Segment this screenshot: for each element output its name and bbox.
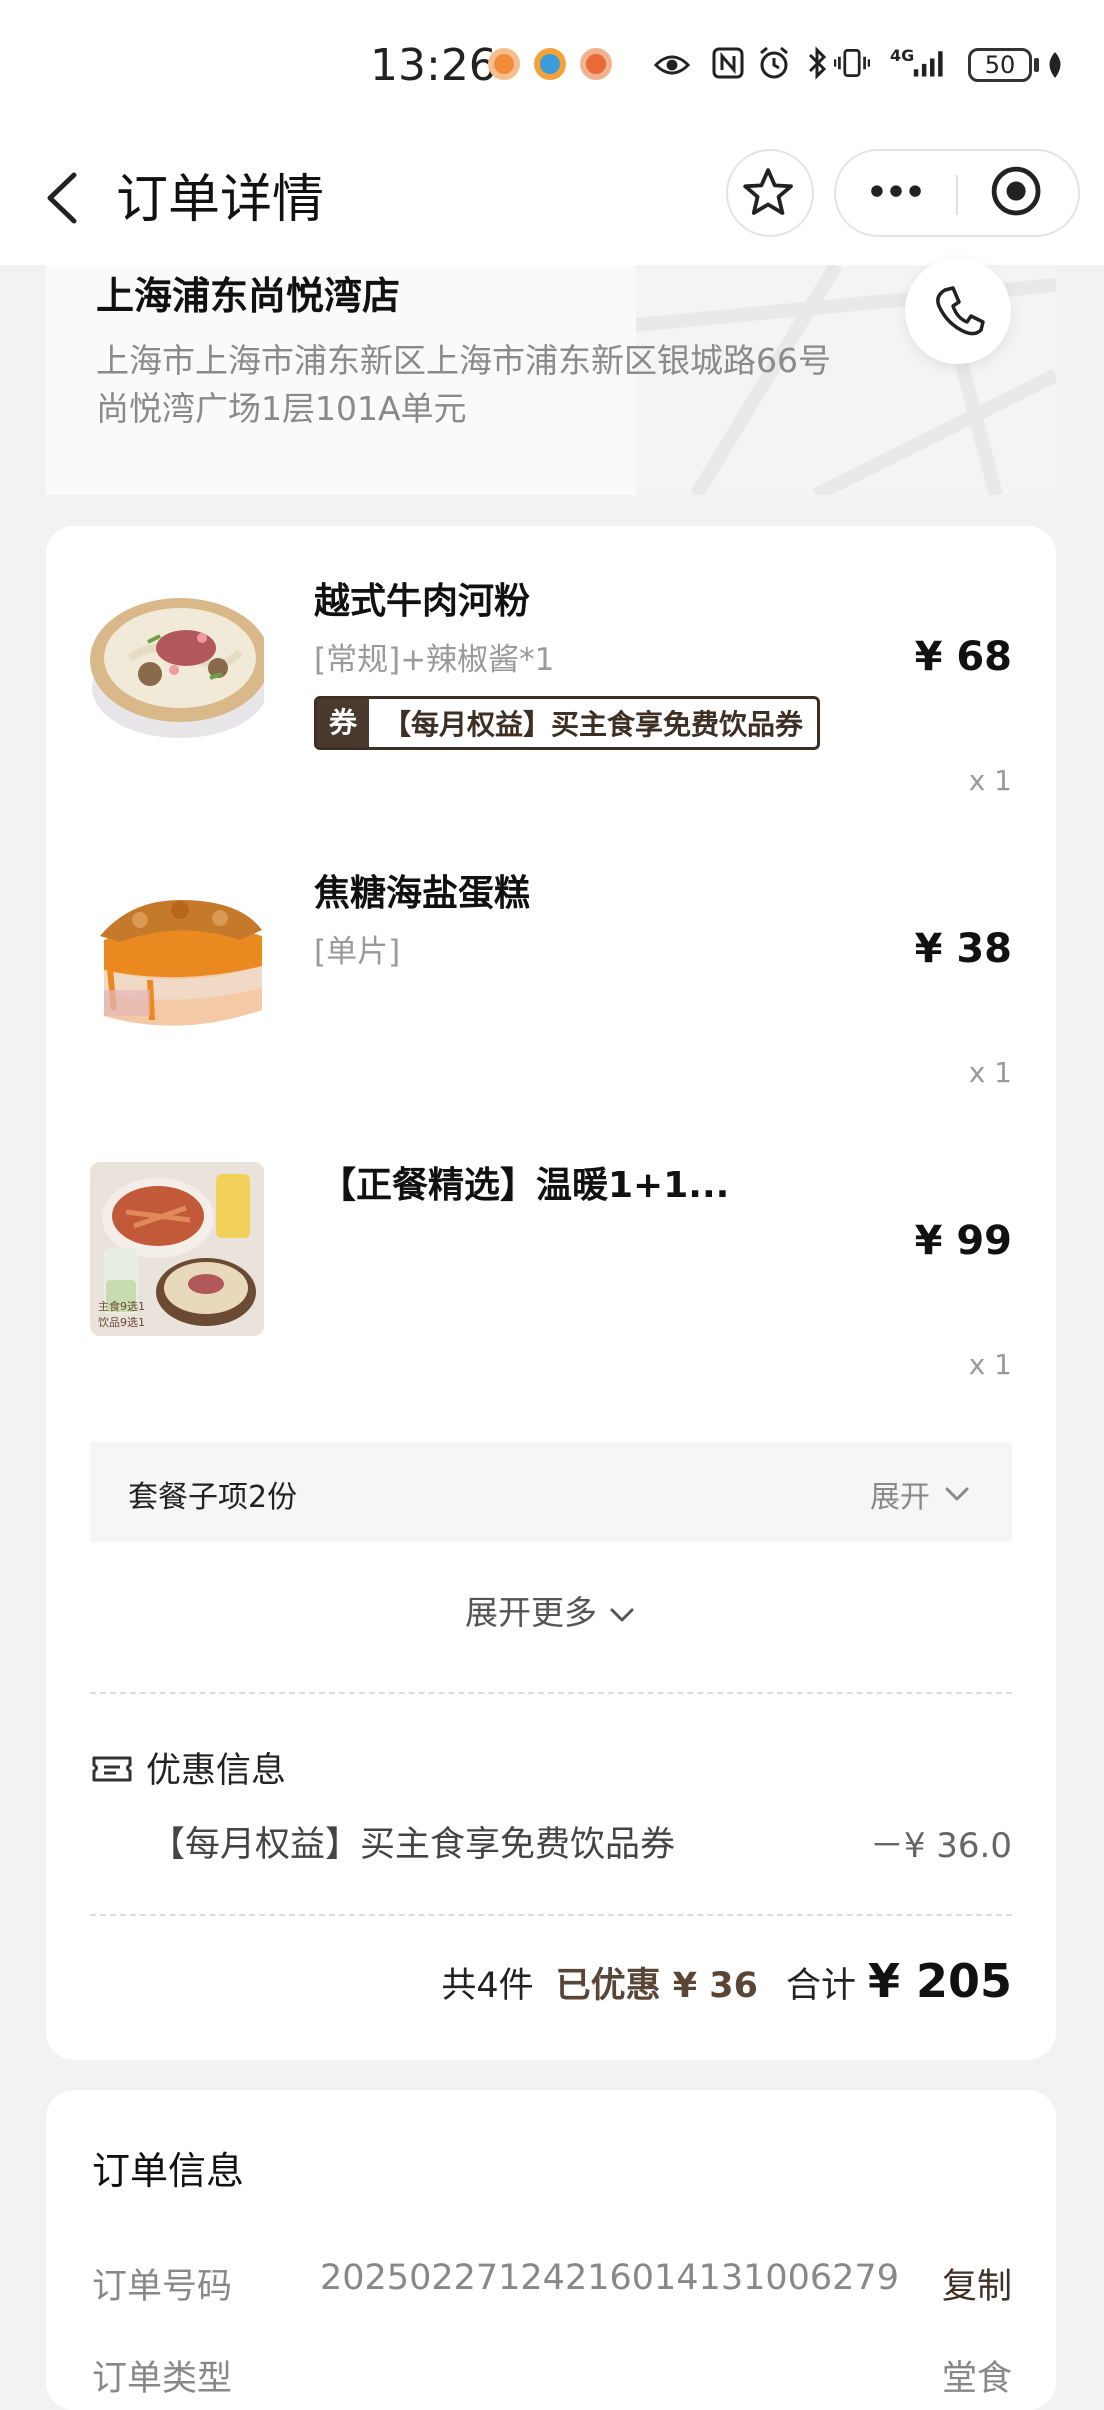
chevron-down-icon: [610, 1608, 634, 1621]
promotion-name: 【每月权益】买主食享免费饮品券: [150, 1825, 676, 1865]
signal-icon: [913, 51, 943, 77]
combo-image-caption: 主食9选1: [98, 1300, 145, 1313]
phone-icon: [936, 286, 985, 336]
item-quantity: x 1: [968, 764, 1012, 797]
item-name: 焦糖海盐蛋糕: [314, 873, 531, 914]
item-price: ¥ 99: [914, 1218, 1012, 1264]
battery-indicator: 50: [968, 48, 1032, 82]
item-count: 共4件: [441, 1966, 534, 2006]
vibrate-icon: [834, 49, 870, 77]
ticket-icon: [92, 1756, 132, 1782]
order-totals: 共4件 已优惠 ¥ 36 合计 ¥ 205: [441, 1954, 1012, 2008]
item-image-beef-pho: [90, 578, 264, 752]
order-number-value: 20250227124216014131006279: [320, 2258, 899, 2298]
order-number-label: 订单号码: [92, 2267, 233, 2307]
order-item[interactable]: 越式牛肉河粉 [常规]+辣椒酱*1 ¥ 68 券 【每月权益】买主食享免费饮品券…: [46, 526, 1056, 806]
item-image-combo-meal: 主食9选1 饮品9选1: [90, 1162, 264, 1336]
order-items-card: 越式牛肉河粉 [常规]+辣椒酱*1 ¥ 68 券 【每月权益】买主食享免费饮品券…: [46, 526, 1056, 2060]
coupon-tag: 券 【每月权益】买主食享免费饮品券: [314, 696, 821, 750]
store-address: 上海市上海市浦东新区上海市浦东新区银城路66号 尚悦湾广场1层101A单元: [96, 337, 916, 433]
item-quantity: x 1: [968, 1348, 1012, 1381]
promotion-title: 优惠信息: [146, 1751, 287, 1791]
bluetooth-icon: [808, 46, 827, 80]
store-address-line: 尚悦湾广场1层101A单元: [96, 389, 467, 428]
back-icon[interactable]: [30, 163, 100, 233]
order-info-title: 订单信息: [92, 2149, 245, 2193]
battery-saver-leaf-icon: [1049, 52, 1061, 78]
item-image-caramel-cake: [90, 870, 264, 1044]
item-name: 【正餐精选】温暖1+1...: [320, 1165, 730, 1206]
store-address-line: 上海市上海市浦东新区上海市浦东新区银城路66号: [96, 341, 831, 380]
battery-nub: [1034, 58, 1039, 72]
combo-subitems-label: 套餐子项2份: [128, 1480, 298, 1515]
promotion-amount: －¥ 36.0: [869, 1826, 1012, 1866]
combo-subitems-bar[interactable]: 套餐子项2份 展开: [90, 1442, 1012, 1542]
order-item[interactable]: 焦糖海盐蛋糕 [单片] ¥ 38 x 1: [46, 818, 1056, 1098]
coupon-text: 【每月权益】买主食享免费饮品券: [383, 708, 804, 741]
expand-more-label: 展开更多: [465, 1593, 597, 1632]
star-icon: [743, 168, 793, 215]
network-type-label: 4G: [890, 46, 915, 65]
combo-image-caption: 饮品9选1: [98, 1316, 145, 1329]
notification-app-icon: [488, 48, 520, 80]
call-store-button[interactable]: [905, 258, 1011, 364]
expand-more-button[interactable]: 展开更多: [46, 1586, 1056, 1634]
coupon-mark: 券: [317, 699, 369, 747]
nfc-icon: [712, 47, 744, 79]
notification-app-icon: [534, 48, 566, 80]
order-info-card: 订单信息 订单号码 20250227124216014131006279 复制 …: [46, 2090, 1056, 2410]
alarm-icon: [760, 46, 788, 79]
page-title: 订单详情: [116, 170, 325, 230]
status-bar: 13:26 4G 50: [0, 0, 1104, 135]
status-time: 13:26: [370, 40, 497, 91]
item-name: 越式牛肉河粉: [314, 581, 531, 622]
item-price: ¥ 68: [914, 634, 1012, 680]
combo-expand-label: 展开: [870, 1480, 930, 1515]
item-spec: [单片]: [314, 934, 401, 970]
nav-bar: 订单详情: [0, 135, 1104, 265]
target-close-icon[interactable]: [958, 151, 1078, 235]
store-name: 上海浦东尚悦湾店: [96, 274, 401, 318]
combo-expand-toggle[interactable]: 展开: [870, 1472, 972, 1516]
divider: [90, 1914, 1012, 1916]
total-label: 合计: [785, 1966, 856, 2006]
item-quantity: x 1: [968, 1056, 1012, 1089]
order-item[interactable]: 主食9选1 饮品9选1 【正餐精选】温暖1+1... ¥ 99 x 1: [46, 1110, 1056, 1390]
eye-icon: [654, 55, 690, 75]
discount-amount: ¥ 36: [672, 1966, 758, 2006]
total-amount: ¥ 205: [867, 1954, 1012, 2008]
item-price: ¥ 38: [914, 926, 1012, 972]
notification-app-icon: [580, 48, 612, 80]
more-dots-icon[interactable]: [836, 151, 956, 235]
divider: [90, 1692, 1012, 1694]
miniapp-capsule: [834, 149, 1080, 237]
copy-order-number-button[interactable]: 复制: [942, 2258, 1012, 2309]
item-spec: [常规]+辣椒酱*1: [314, 642, 555, 678]
favorite-button[interactable]: [726, 149, 814, 237]
chevron-down-icon: [945, 1487, 969, 1501]
discount-label: 已优惠: [555, 1966, 661, 2006]
